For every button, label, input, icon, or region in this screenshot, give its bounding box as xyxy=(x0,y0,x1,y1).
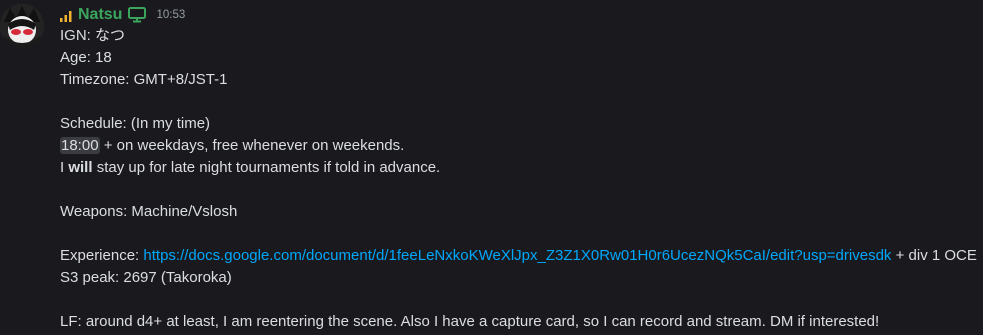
timezone-line: Timezone: GMT+8/JST-1 xyxy=(60,71,228,88)
age-line: Age: 18 xyxy=(60,49,112,66)
weekday-text: + on weekdays, free whenever on weekends… xyxy=(103,137,405,154)
experience-line: Experience: https://docs.google.com/docu… xyxy=(60,245,977,267)
username[interactable]: Natsu xyxy=(78,4,122,26)
stayup-bold: will xyxy=(68,159,93,176)
chat-message: Natsu 10:53 IGN: なつ Age: 18 Timezone: GM… xyxy=(0,0,983,335)
experience-link[interactable]: https://docs.google.com/document/d/1feeL… xyxy=(143,247,891,264)
experience-extra: + div 1 OCE xyxy=(895,247,977,264)
s3-peak-line: S3 peak: 2697 (Takoroka) xyxy=(60,269,232,286)
message-header: Natsu 10:53 xyxy=(60,4,185,26)
monitor-icon xyxy=(128,7,147,23)
ign-line: IGN: なつ xyxy=(60,27,126,44)
lf-line: LF: around d4+ at least, I am reentering… xyxy=(60,313,880,330)
stayup-line: I will stay up for late night tournament… xyxy=(60,157,977,179)
stayup-text: stay up for late night tournaments if to… xyxy=(96,159,441,176)
schedule-line: Schedule: (In my time) xyxy=(60,115,211,132)
timestamp[interactable]: 10:53 xyxy=(156,4,185,26)
avatar[interactable] xyxy=(0,4,44,48)
message-content: IGN: なつ Age: 18 Timezone: GMT+8/JST-1 Sc… xyxy=(60,25,977,333)
signal-bars-icon xyxy=(60,9,72,22)
weapons-line: Weapons: Machine/Vslosh xyxy=(60,203,238,220)
experience-label: Experience: xyxy=(60,247,140,264)
stayup-prefix: I xyxy=(60,159,65,176)
weekday-line: 18:00 + on weekdays, free whenever on we… xyxy=(60,135,977,157)
time-chip[interactable]: 18:00 xyxy=(60,137,100,154)
